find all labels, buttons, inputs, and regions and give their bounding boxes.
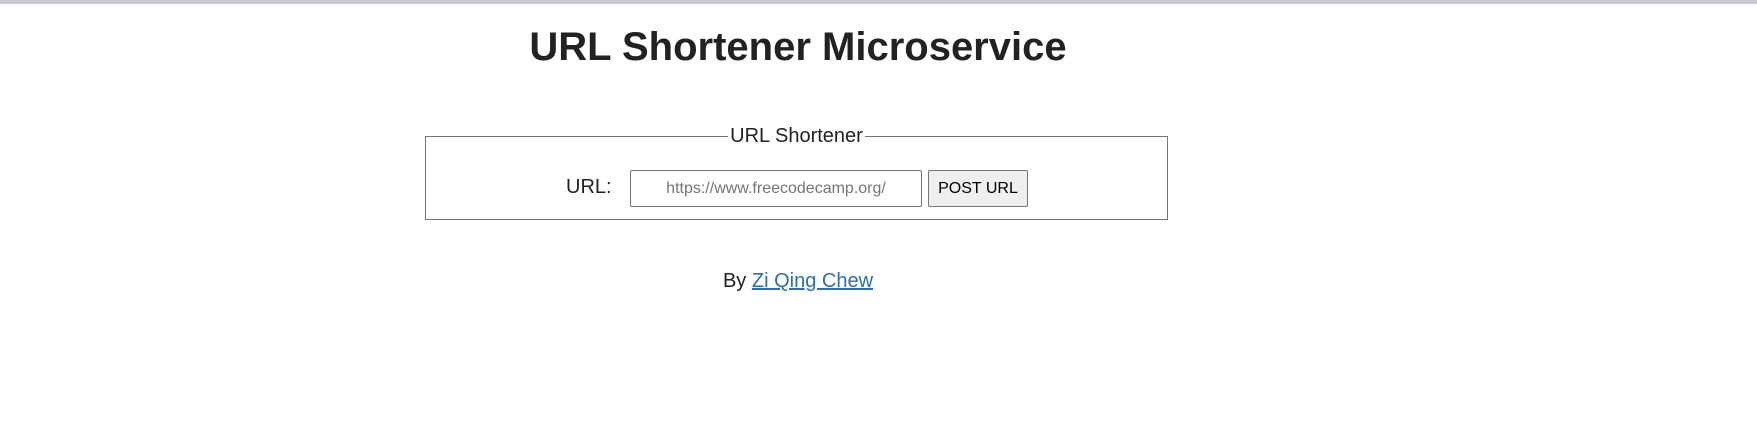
- fieldset-legend: URL Shortener: [426, 124, 1167, 148]
- url-input[interactable]: [630, 170, 922, 207]
- page-title: URL Shortener Microservice: [529, 25, 1067, 69]
- byline: By Zi Qing Chew: [0, 268, 1596, 294]
- fieldset-legend-text: URL Shortener: [728, 125, 865, 147]
- author-link[interactable]: Zi Qing Chew: [752, 270, 873, 292]
- post-url-button[interactable]: POST URL: [928, 170, 1028, 207]
- byline-prefix: By: [722, 270, 747, 292]
- page: URL Shortener Microservice URL Shortener…: [0, 0, 1757, 428]
- browser-top-border: [0, 0, 1757, 4]
- url-label: URL:: [566, 176, 612, 198]
